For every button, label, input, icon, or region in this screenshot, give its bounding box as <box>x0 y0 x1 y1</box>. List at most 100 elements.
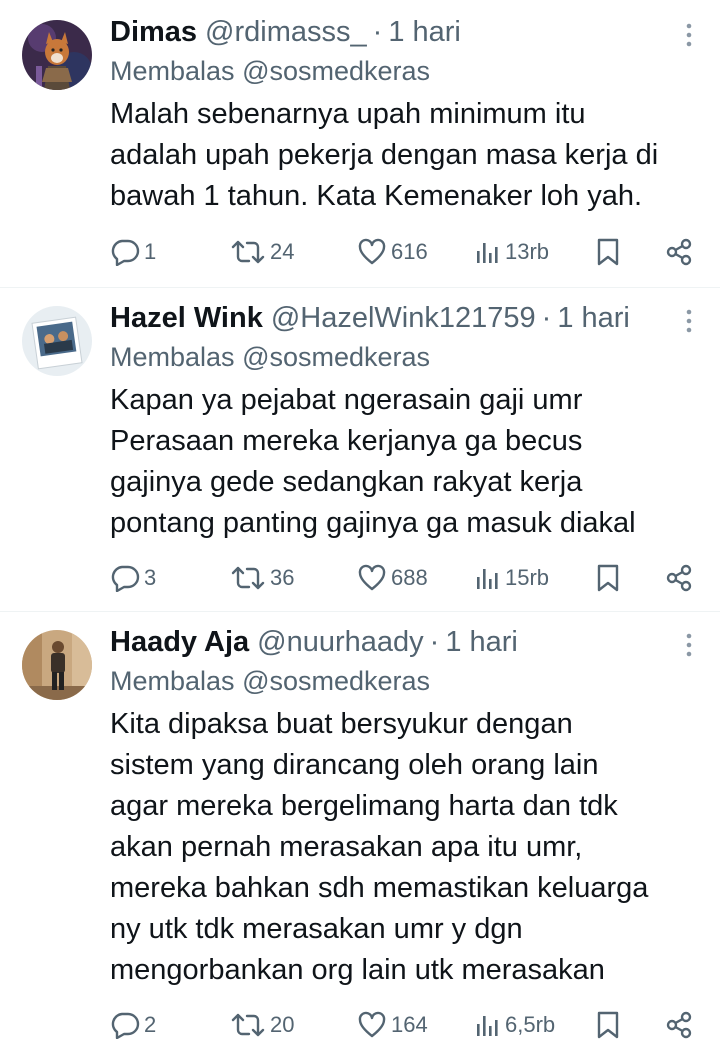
reply-icon <box>110 564 140 592</box>
heart-icon <box>357 1011 387 1039</box>
replying-to-handle[interactable]: @sosmedkeras <box>242 342 430 372</box>
views-button[interactable]: 15rb <box>475 558 549 598</box>
tweet-text: Kapan ya pejabat ngerasain gaji umr Pera… <box>110 380 698 544</box>
tweet-text-line: Kita dipaksa buat bersyukur dengan <box>110 708 573 740</box>
replying-to: Membalas @sosmedkeras <box>110 663 698 699</box>
tweet[interactable]: Dimas @rdimasss_ · 1 hari Membalas @sosm… <box>0 0 720 288</box>
tweet-text-line: Perasaan mereka kerjanya ga becus <box>110 425 583 457</box>
repost-icon <box>230 565 266 591</box>
tweet-text: Kita dipaksa buat bersyukur dengan siste… <box>110 704 698 991</box>
like-count: 616 <box>391 239 428 264</box>
views-count: 15rb <box>505 565 550 590</box>
avatar-fox-warrior-icon <box>22 20 92 90</box>
avatar[interactable] <box>22 20 92 90</box>
avatar-polaroid-photo-icon <box>22 306 92 376</box>
reply-button[interactable]: 2 <box>110 1005 156 1045</box>
bookmark-icon <box>596 1010 620 1040</box>
views-chart-icon <box>475 565 501 591</box>
repost-button[interactable]: 20 <box>230 1005 294 1045</box>
author-name[interactable]: Dimas <box>110 14 197 50</box>
bookmark-button[interactable] <box>596 558 620 598</box>
author-name[interactable]: Hazel Wink <box>110 300 263 336</box>
separator-dot: · <box>429 626 440 658</box>
views-button[interactable]: 6,5rb <box>475 1005 555 1045</box>
repost-icon <box>230 239 266 265</box>
repost-count: 36 <box>270 565 295 590</box>
views-chart-icon <box>475 239 501 265</box>
author-handle[interactable]: @rdimasss_ <box>205 14 367 50</box>
author-handle[interactable]: @nuurhaady <box>257 624 424 660</box>
like-count: 688 <box>391 565 428 590</box>
tweet-text-line: ny utk tdk merasakan umr y dgn <box>110 913 523 945</box>
tweet-text-line: adalah upah pekerja dengan masa kerja di <box>110 139 659 171</box>
tweet-actions: 3 36 688 15rb <box>110 558 698 598</box>
share-icon <box>664 237 694 267</box>
replying-to-handle[interactable]: @sosmedkeras <box>242 666 430 696</box>
tweet-text: Malah sebenarnya upah minimum itu adalah… <box>110 94 698 217</box>
avatar-person-standing-icon <box>22 630 92 700</box>
replying-to-handle[interactable]: @sosmedkeras <box>242 56 430 86</box>
post-time[interactable]: 1 hari <box>557 300 630 336</box>
tweet-text-line: gajinya gede sedangkan rakyat kerja <box>110 466 583 498</box>
bookmark-button[interactable] <box>596 232 620 272</box>
heart-icon <box>357 564 387 592</box>
bookmark-icon <box>596 237 620 267</box>
tweet-actions: 1 24 616 13rb <box>110 232 698 272</box>
post-time[interactable]: 1 hari <box>445 624 518 660</box>
tweet-text-line: Kapan ya pejabat ngerasain gaji umr <box>110 384 583 416</box>
reply-count: 1 <box>144 239 157 264</box>
reply-icon <box>110 1011 140 1039</box>
more-options-icon[interactable] <box>680 22 698 48</box>
share-button[interactable] <box>664 1005 694 1045</box>
like-count: 164 <box>391 1012 428 1037</box>
bookmark-icon <box>596 563 620 593</box>
like-button[interactable]: 616 <box>357 232 428 272</box>
avatar[interactable] <box>22 306 92 376</box>
author-handle[interactable]: @HazelWink121759 <box>271 300 536 336</box>
separator-dot: · <box>541 302 552 334</box>
tweet[interactable]: Haady Aja @nuurhaady · 1 hari Membalas @… <box>0 612 720 1051</box>
avatar[interactable] <box>22 630 92 700</box>
replying-to-label: Membalas <box>110 666 235 696</box>
separator-dot: · <box>372 16 383 48</box>
like-button[interactable]: 164 <box>357 1005 428 1045</box>
tweet-header: Hazel Wink @HazelWink121759 · 1 hari <box>110 300 698 336</box>
tweet-text-line: agar mereka bergelimang harta dan tdk <box>110 790 618 822</box>
views-count: 6,5rb <box>505 1012 556 1037</box>
bookmark-button[interactable] <box>596 1005 620 1045</box>
tweet-text-line: pontang panting gajinya ga masuk diakal <box>110 507 636 539</box>
reply-feed: Dimas @rdimasss_ · 1 hari Membalas @sosm… <box>0 0 720 1051</box>
repost-count: 20 <box>270 1012 295 1037</box>
repost-button[interactable]: 36 <box>230 558 294 598</box>
replying-to-label: Membalas <box>110 342 235 372</box>
reply-count: 2 <box>144 1012 157 1037</box>
like-button[interactable]: 688 <box>357 558 428 598</box>
replying-to: Membalas @sosmedkeras <box>110 339 698 375</box>
replying-to-label: Membalas <box>110 56 235 86</box>
post-time[interactable]: 1 hari <box>388 14 461 50</box>
share-button[interactable] <box>664 558 694 598</box>
more-options-icon[interactable] <box>680 632 698 658</box>
repost-button[interactable]: 24 <box>230 232 294 272</box>
author-name[interactable]: Haady Aja <box>110 624 249 660</box>
reply-count: 3 <box>144 565 157 590</box>
tweet-text-line: bawah 1 tahun. Kata Kemenaker loh yah. <box>110 180 643 212</box>
replying-to: Membalas @sosmedkeras <box>110 53 698 89</box>
more-options-icon[interactable] <box>680 308 698 334</box>
views-count: 13rb <box>505 239 550 264</box>
tweet-header: Haady Aja @nuurhaady · 1 hari <box>110 624 698 660</box>
tweet-text-line: sistem yang dirancang oleh orang lain <box>110 749 599 781</box>
views-button[interactable]: 13rb <box>475 232 549 272</box>
share-icon <box>664 1010 694 1040</box>
share-button[interactable] <box>664 232 694 272</box>
repost-count: 24 <box>270 239 295 264</box>
reply-button[interactable]: 1 <box>110 232 156 272</box>
tweet-actions: 2 20 164 6,5rb <box>110 1005 698 1045</box>
tweet[interactable]: Hazel Wink @HazelWink121759 · 1 hari Mem… <box>0 288 720 612</box>
tweet-text-line: akan pernah merasakan apa itu umr, <box>110 831 583 863</box>
reply-button[interactable]: 3 <box>110 558 156 598</box>
tweet-header: Dimas @rdimasss_ · 1 hari <box>110 14 698 50</box>
tweet-text-line: Malah sebenarnya upah minimum itu <box>110 98 586 130</box>
tweet-text-line: mereka bahkan sdh memastikan keluarga <box>110 872 649 904</box>
repost-icon <box>230 1012 266 1038</box>
